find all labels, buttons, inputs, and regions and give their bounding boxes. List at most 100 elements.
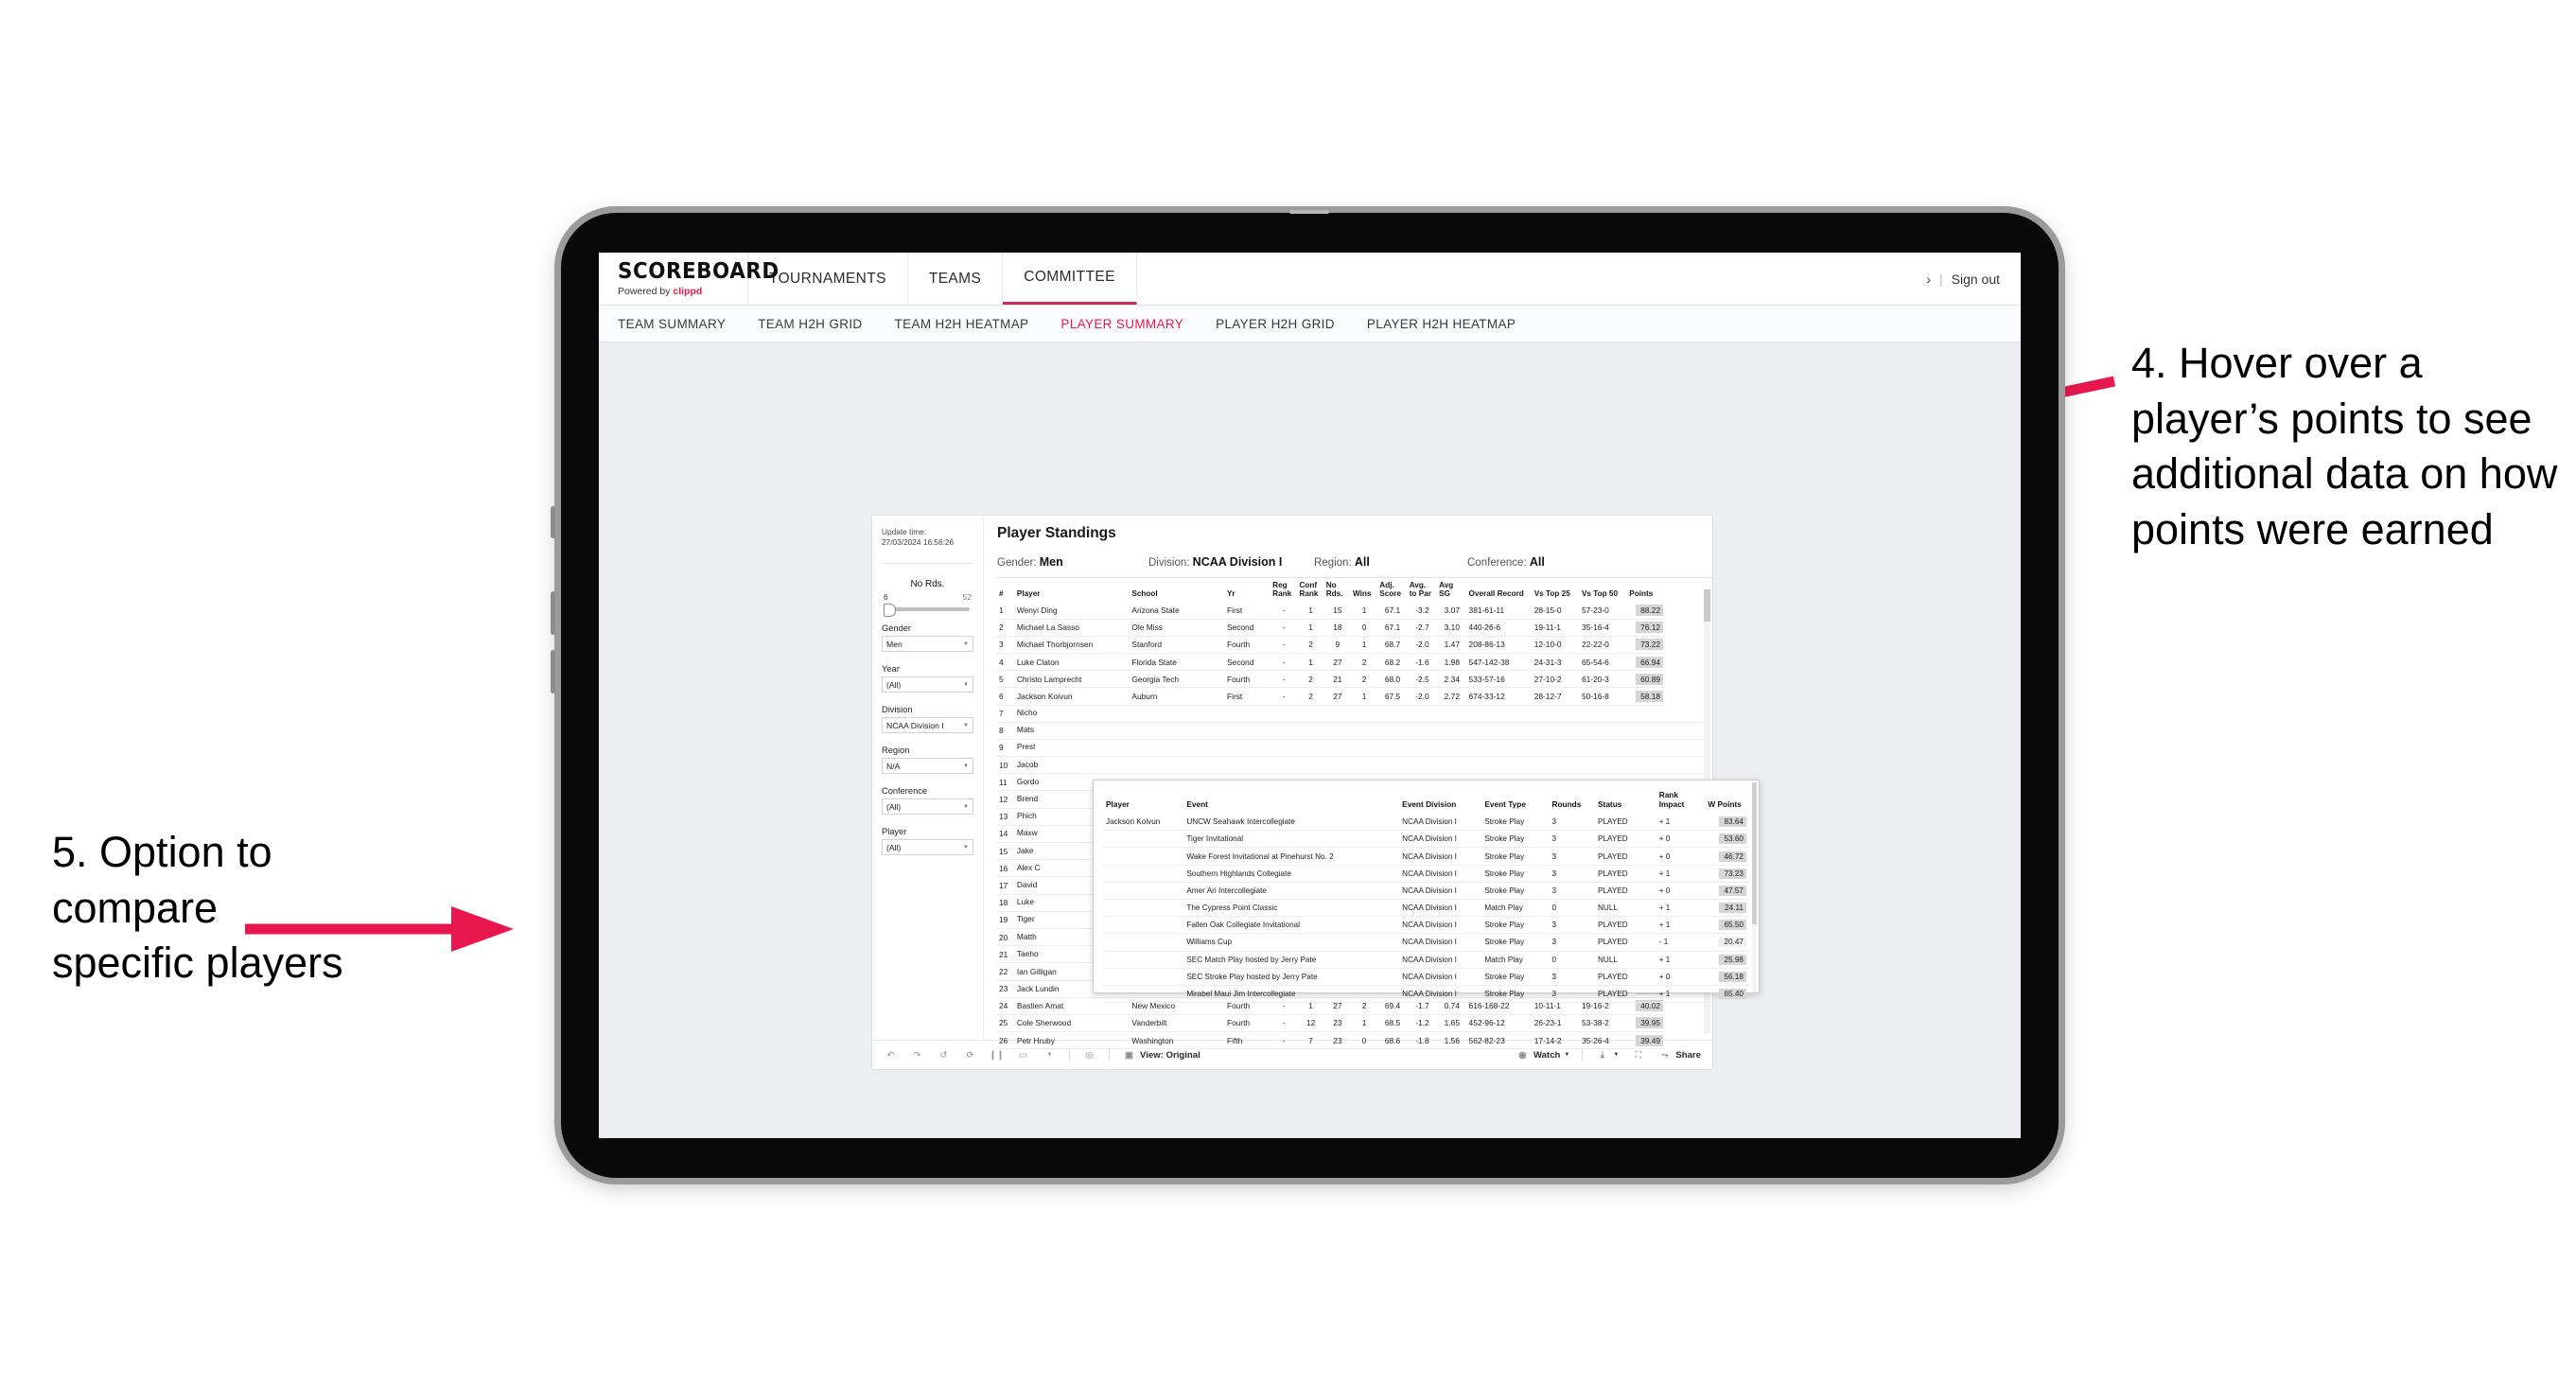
cell-player[interactable]: Cole Sherwood [1014,1014,1130,1033]
table-row[interactable]: 5 Christo Lamprecht Georgia Tech Fourth -2 21… [997,670,1703,689]
cell-points[interactable]: 39.49 [1627,1031,1666,1050]
cell-player[interactable]: Michael La Sasso [1014,619,1130,637]
cell-overall-record: 208-86-13 [1466,636,1533,654]
col-avg-par[interactable]: Avg. to Par [1408,578,1437,602]
sub-nav-player-h2h-grid[interactable]: PLAYER H2H GRID [1216,317,1335,331]
filter-conference-select[interactable]: (All) ▼ [882,798,973,816]
table-row[interactable]: 9 Prest [997,739,1703,758]
cell-player[interactable]: Mats [1014,722,1130,740]
slider-track[interactable] [884,604,970,618]
table-row[interactable]: 26 Petr Hruby Washington Fifth -7 23 0 68.6 -1.8… [997,1031,1703,1050]
col-no-rds[interactable]: No Rds. [1324,578,1351,602]
points-badge[interactable]: 39.49 [1636,1034,1664,1046]
col-avg-sg[interactable]: Avg SG [1437,578,1466,602]
cell-points[interactable]: 60.89 [1627,670,1666,689]
col-rank[interactable]: # [997,578,1015,602]
table-row[interactable]: 25 Cole Sherwood Vanderbilt Fourth -12 23 1 68.… [997,1014,1703,1033]
col-overall[interactable]: Overall Record [1467,578,1533,602]
cell-points[interactable]: 39.95 [1627,1014,1666,1033]
no-rds-slider[interactable]: No Rds. 6 52 [882,579,973,618]
filter-player-label: Player [882,827,907,837]
table-row[interactable]: 8 Mats [997,722,1703,740]
download-button[interactable]: ⤓ ▼ [1595,1048,1620,1062]
top-nav-committee[interactable]: COMMITTEE [1003,253,1137,305]
sub-nav-team-h2h-heatmap[interactable]: TEAM H2H HEATMAP [895,317,1029,331]
chevron-right-icon[interactable]: › [1926,272,1931,287]
sub-nav-player-summary[interactable]: PLAYER SUMMARY [1060,317,1183,331]
tooltip-scrollbar[interactable] [1752,782,1757,992]
watch-button[interactable]: ◉ Watch ▼ [1516,1048,1569,1062]
cell-player[interactable]: Luke Claton [1014,653,1130,672]
points-badge[interactable]: 88.22 [1636,604,1664,616]
redo-icon[interactable]: ↷ [910,1048,924,1062]
tooltip-scrollbar-thumb[interactable] [1752,782,1757,924]
cell-player[interactable]: Jackson Koivun [1014,687,1130,706]
points-badge[interactable]: 60.89 [1636,673,1664,685]
cell-points[interactable] [1665,722,1703,740]
share-button[interactable]: ⤳ Share [1657,1048,1701,1062]
cell-player[interactable]: Jacob [1014,756,1130,775]
table-row[interactable]: 3 Michael Thorbjornsen Stanford Fourth -2 9 1 6… [997,636,1703,654]
fullscreen-icon[interactable]: ⛶ [1631,1048,1645,1062]
cell-points[interactable]: 73.22 [1627,636,1666,654]
cell-points[interactable]: 76.12 [1627,619,1666,637]
cell-points[interactable]: 58.18 [1627,687,1666,706]
tt-cell-division: NCAA Division I [1399,985,1482,1004]
filter-year-select[interactable]: (All) ▼ [882,676,973,693]
undo-icon[interactable]: ↶ [884,1048,898,1062]
table-row[interactable]: 1 Wenyi Ding Arizona State First -1 15 1 67.1 -3… [997,602,1703,620]
col-vs-top25[interactable]: Vs Top 25 [1533,578,1580,602]
col-yr[interactable]: Yr [1225,578,1270,602]
points-badge[interactable]: 39.95 [1636,1017,1664,1029]
sign-out-link[interactable]: Sign out [1952,272,2000,287]
revert-icon[interactable]: ↺ [937,1048,951,1062]
cell-points[interactable]: 88.22 [1627,602,1666,620]
cell-points[interactable] [1665,756,1703,775]
col-conf-rank[interactable]: Conf Rank [1297,578,1323,602]
top-nav-teams[interactable]: TEAMS [908,253,1004,305]
table-row[interactable]: 10 Jacob [997,756,1703,775]
cell-points[interactable] [1665,705,1703,723]
slider-handle[interactable] [884,604,896,618]
sub-nav-player-h2h-heatmap[interactable]: PLAYER H2H HEATMAP [1367,317,1516,331]
cell-player[interactable]: Prest [1014,739,1130,758]
col-points[interactable]: Points [1627,578,1665,602]
filter-division-select[interactable]: NCAA Division I ▼ [882,717,973,734]
points-badge[interactable]: 76.12 [1636,622,1664,634]
col-wins[interactable]: Wins [1351,578,1377,602]
cell-points[interactable] [1665,739,1703,758]
table-row[interactable]: 6 Jackson Koivun Auburn First -2 27 1 67.5 -2.0 2… [997,687,1703,706]
sub-nav-team-h2h-grid[interactable]: TEAM H2H GRID [758,317,862,331]
col-school[interactable]: School [1130,578,1225,602]
filter-gender-select[interactable]: Men ▼ [882,636,973,653]
table-row[interactable]: 4 Luke Claton Florida State Second -1 27 2 68.2… [997,653,1703,672]
col-reg-rank[interactable]: Reg Rank [1270,578,1297,602]
chevron-down-icon[interactable]: ▼ [1043,1048,1057,1062]
cell-player[interactable]: Petr Hruby [1014,1031,1130,1050]
col-player[interactable]: Player [1015,578,1130,602]
cell-player[interactable]: Christo Lamprecht [1014,670,1130,689]
points-badge[interactable]: 66.94 [1636,656,1664,668]
viz-scrollbar-thumb[interactable] [1704,589,1710,622]
col-vs-top50[interactable]: Vs Top 50 [1580,578,1627,602]
points-badge[interactable]: 58.18 [1636,690,1664,702]
refresh-icon[interactable]: ⟳ [963,1048,977,1062]
col-adj-score[interactable]: Adj. Score [1377,578,1407,602]
cell-player[interactable]: Wenyi Ding [1014,602,1130,620]
cell-player[interactable]: Nicho [1014,705,1130,723]
table-row[interactable]: 7 Nicho [997,705,1703,723]
data-guide-icon[interactable]: ◎ [1082,1048,1096,1062]
cell-points[interactable]: 66.94 [1627,653,1666,672]
table-row[interactable]: 2 Michael La Sasso Ole Miss Second -1 18 0 67.1… [997,619,1703,637]
tt-cell-division: NCAA Division I [1399,968,1482,986]
custom-views-icon[interactable]: ▭ [1016,1048,1030,1062]
cell-player[interactable]: Michael Thorbjornsen [1014,636,1130,654]
app-logo[interactable]: SCOREBOARD Powered by clippd [599,253,779,305]
view-original-button[interactable]: ▣ View: Original [1122,1048,1200,1062]
pause-icon[interactable]: ❙❙ [989,1048,1004,1062]
filter-player-select[interactable]: (All) ▼ [882,839,973,856]
filter-region-select[interactable]: N/A ▼ [882,758,973,775]
sub-nav-team-summary[interactable]: TEAM SUMMARY [618,317,726,331]
points-badge[interactable]: 73.22 [1636,639,1664,651]
tt-cell-player [1103,830,1184,849]
